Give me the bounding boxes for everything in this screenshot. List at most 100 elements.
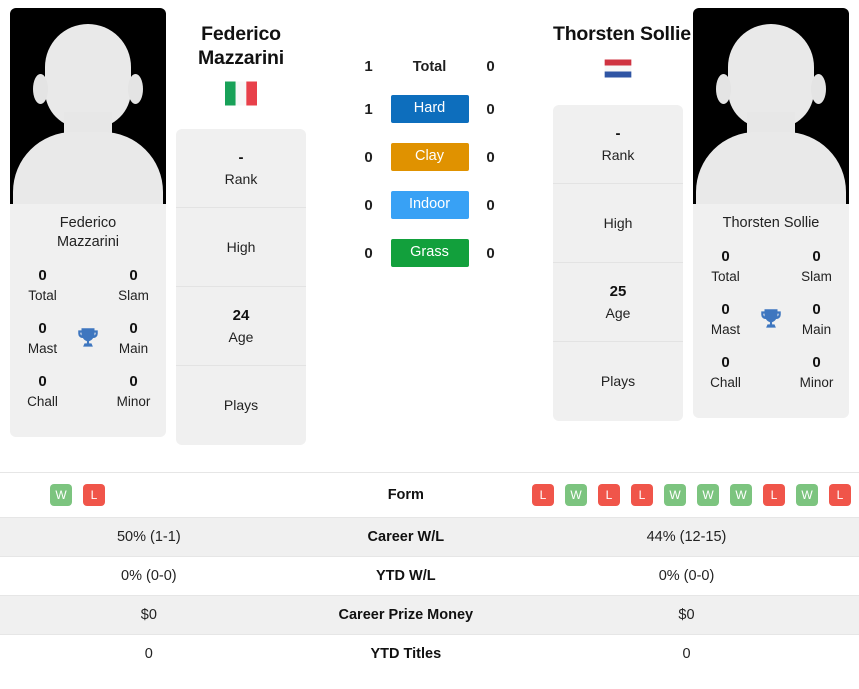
italy-flag-icon — [225, 81, 257, 106]
right-player-photo — [693, 8, 849, 204]
h2h-grass-right-score: 0 — [486, 244, 495, 262]
right-mast-label: Mast — [710, 322, 741, 337]
left-total-label: Total — [28, 288, 57, 303]
left-minor-label: Minor — [116, 394, 151, 409]
right-player-info-column: Thorsten Sollie - Rank High 25 Age Plays — [553, 8, 691, 421]
left-player-photo — [10, 8, 166, 204]
left-title-line2: Mazzarini — [198, 47, 284, 69]
right-form-badge-0: L — [531, 484, 554, 506]
right-stat-total: 0 Total — [699, 245, 752, 298]
right-form-badge-7: L — [762, 484, 785, 506]
h2h-row-total: 1 Total 0 — [306, 58, 553, 75]
left-form-badges: WL — [8, 484, 290, 506]
left-total-value: 0 — [38, 267, 47, 284]
left-player-titles-grid: 0 Total 0 Slam 0 Mast 0 Main 0 Chall 0 M… — [10, 264, 166, 437]
left-main-label: Main — [118, 341, 149, 356]
right-rank-value: - — [615, 124, 621, 142]
h2h-row-hard: 1 Hard 0 — [306, 95, 553, 123]
left-career-wl: 50% (1-1) — [116, 529, 181, 545]
trophy-icon — [69, 325, 107, 363]
right-main-value: 0 — [812, 301, 821, 318]
right-total-label: Total — [711, 269, 740, 284]
right-player-title: Thorsten Sollie — [553, 22, 691, 46]
right-stat-mast: 0 Mast — [699, 298, 752, 351]
left-high-label: High — [226, 238, 256, 255]
right-stat-minor: 0 Minor — [790, 351, 843, 404]
right-rank-label: Rank — [601, 146, 635, 163]
left-rank-value: - — [238, 148, 244, 166]
left-form-badge-0: W — [50, 484, 72, 506]
left-chall-value: 0 — [38, 373, 47, 390]
right-ytd-wl: 0% (0-0) — [658, 568, 715, 584]
left-info-rank: - Rank — [176, 129, 306, 208]
right-slam-value: 0 — [812, 248, 821, 265]
surface-badge-clay[interactable]: Clay — [390, 143, 469, 171]
right-info-high: High — [553, 184, 683, 263]
right-career-prize-money: $0 — [678, 607, 695, 623]
h2h-row-grass: 0 Grass 0 — [306, 239, 553, 267]
left-main-value: 0 — [129, 320, 138, 337]
right-minor-value: 0 — [812, 354, 821, 371]
h2h-row-clay: 0 Clay 0 — [306, 143, 553, 171]
left-player-photo-name: Federico Mazzarini — [10, 204, 166, 264]
left-form-badge-1: L — [83, 484, 105, 506]
silhouette-body — [696, 132, 846, 204]
right-form-badge-4: W — [663, 484, 686, 506]
surface-badge-hard[interactable]: Hard — [390, 95, 469, 123]
left-player-info-card: - Rank High 24 Age Plays — [176, 129, 306, 445]
left-player-info-column: Federico Mazzarini - Rank High 24 Age Pl… — [176, 8, 306, 445]
left-player-last-name: Mazzarini — [56, 234, 120, 250]
right-player-info-card: - Rank High 25 Age Plays — [553, 105, 683, 421]
table-row-form: WL Form LWLLWWWLWL — [0, 472, 859, 518]
left-title-line1: Federico — [201, 23, 281, 45]
right-age-value: 25 — [609, 282, 627, 300]
trophy-icon — [752, 306, 790, 344]
right-form-badge-9: L — [828, 484, 851, 506]
row-label-ytd-titles: YTD Titles — [370, 646, 442, 662]
h2h-hard-left-score: 1 — [364, 100, 373, 118]
surface-badge-indoor[interactable]: Indoor — [390, 191, 469, 219]
head-to-head-comparison-page: Federico Mazzarini 0 Total 0 Slam 0 Mast… — [0, 0, 859, 689]
left-info-plays: Plays — [176, 366, 306, 445]
h2h-row-indoor: 0 Indoor 0 — [306, 191, 553, 219]
head-to-head-column: 1 Total 0 1 Hard 0 0 Clay 0 0 Indoor 0 0 — [306, 8, 553, 267]
left-player-column: Federico Mazzarini 0 Total 0 Slam 0 Mast… — [0, 8, 176, 437]
row-label-career-wl: Career W/L — [367, 529, 445, 545]
right-plays-label: Plays — [600, 373, 636, 389]
left-player-title: Federico Mazzarini — [176, 22, 306, 70]
right-chall-label: Chall — [710, 375, 741, 390]
left-form-cell: WL — [0, 473, 298, 518]
left-stat-total: 0 Total — [16, 264, 69, 317]
table-row-ytd-titles: 0 YTD Titles 0 — [0, 634, 859, 674]
left-stat-chall: 0 Chall — [16, 370, 69, 423]
right-info-age: 25 Age — [553, 263, 683, 342]
right-form-badge-8: W — [795, 484, 818, 506]
right-form-badge-5: W — [696, 484, 719, 506]
right-player-titles-grid: 0 Total 0 Slam 0 Mast 0 Main 0 Chall 0 M… — [693, 245, 849, 418]
right-info-plays: Plays — [553, 342, 683, 421]
row-label-ytd-wl: YTD W/L — [376, 568, 436, 584]
left-slam-label: Slam — [118, 288, 149, 303]
table-row-career-prize-money: $0 Career Prize Money $0 — [0, 595, 859, 635]
silhouette-ear-left — [33, 74, 48, 104]
silhouette-ear-right — [811, 74, 826, 104]
left-chall-label: Chall — [27, 394, 58, 409]
h2h-indoor-right-score: 0 — [486, 196, 495, 214]
right-main-label: Main — [801, 322, 832, 337]
h2h-total-left-score: 1 — [364, 58, 373, 75]
right-form-badge-3: L — [630, 484, 653, 506]
netherlands-flag-icon — [604, 59, 632, 78]
right-chall-value: 0 — [721, 354, 730, 371]
row-label-career-prize-money: Career Prize Money — [338, 607, 474, 623]
left-player-card[interactable]: Federico Mazzarini 0 Total 0 Slam 0 Mast… — [10, 8, 166, 437]
left-career-prize-money: $0 — [140, 607, 157, 623]
players-top-section: Federico Mazzarini 0 Total 0 Slam 0 Mast… — [0, 0, 859, 472]
right-stat-slam: 0 Slam — [790, 245, 843, 298]
h2h-grass-left-score: 0 — [364, 244, 373, 262]
h2h-clay-right-score: 0 — [486, 148, 495, 166]
surface-badge-grass[interactable]: Grass — [390, 239, 469, 267]
right-mast-value: 0 — [721, 301, 730, 318]
left-ytd-wl: 0% (0-0) — [121, 568, 177, 584]
right-player-card[interactable]: Thorsten Sollie 0 Total 0 Slam 0 Mast 0 … — [693, 8, 849, 418]
left-rank-label: Rank — [224, 170, 258, 187]
